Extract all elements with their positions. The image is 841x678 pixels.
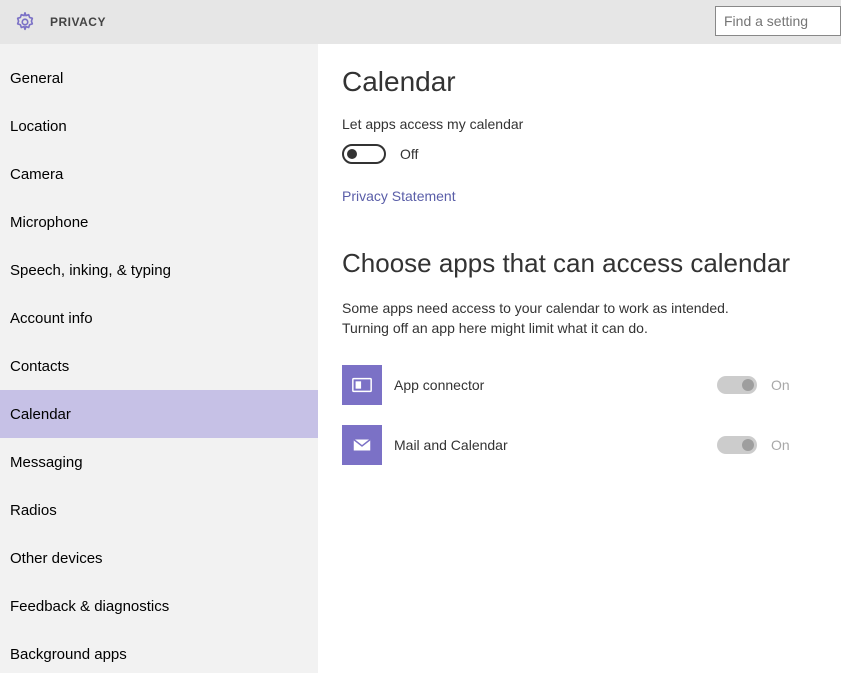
toggle-knob	[347, 149, 357, 159]
sidebar-item-label: Account info	[10, 310, 93, 327]
header-bar: PRIVACY	[0, 0, 841, 44]
mail-icon	[342, 425, 382, 465]
sidebar-item-background-apps[interactable]: Background apps	[0, 630, 318, 678]
sidebar-item-label: Contacts	[10, 358, 69, 375]
page-title: Calendar	[342, 66, 817, 98]
privacy-statement-link[interactable]: Privacy Statement	[342, 188, 456, 204]
header-title: PRIVACY	[50, 15, 106, 29]
app-connector-icon	[342, 365, 382, 405]
sidebar: General Location Camera Microphone Speec…	[0, 44, 318, 673]
sidebar-item-speech[interactable]: Speech, inking, & typing	[0, 246, 318, 294]
gear-icon	[14, 11, 36, 33]
sidebar-item-account-info[interactable]: Account info	[0, 294, 318, 342]
sidebar-item-calendar[interactable]: Calendar	[0, 390, 318, 438]
app-toggle-state: On	[771, 437, 790, 453]
sidebar-item-label: Calendar	[10, 406, 71, 423]
app-row: App connector On	[342, 362, 817, 408]
master-toggle-label: Let apps access my calendar	[342, 116, 817, 132]
sidebar-item-label: Camera	[10, 166, 63, 183]
sidebar-item-label: Microphone	[10, 214, 88, 231]
app-toggle[interactable]	[717, 436, 757, 454]
apps-section-heading: Choose apps that can access calendar	[342, 248, 817, 279]
toggle-knob	[742, 439, 754, 451]
app-label: App connector	[394, 377, 717, 393]
sidebar-item-radios[interactable]: Radios	[0, 486, 318, 534]
sidebar-item-label: Other devices	[10, 550, 103, 567]
master-toggle[interactable]	[342, 144, 386, 164]
main-content: Calendar Let apps access my calendar Off…	[318, 44, 841, 673]
sidebar-item-label: Location	[10, 118, 67, 135]
app-label: Mail and Calendar	[394, 437, 717, 453]
sidebar-item-location[interactable]: Location	[0, 102, 318, 150]
master-toggle-state: Off	[400, 146, 418, 162]
sidebar-item-messaging[interactable]: Messaging	[0, 438, 318, 486]
sidebar-item-label: Feedback & diagnostics	[10, 598, 169, 615]
app-row: Mail and Calendar On	[342, 422, 817, 468]
sidebar-item-label: Radios	[10, 502, 57, 519]
sidebar-item-other-devices[interactable]: Other devices	[0, 534, 318, 582]
app-toggle[interactable]	[717, 376, 757, 394]
sidebar-item-camera[interactable]: Camera	[0, 150, 318, 198]
sidebar-item-microphone[interactable]: Microphone	[0, 198, 318, 246]
sidebar-item-label: General	[10, 70, 63, 87]
sidebar-item-general[interactable]: General	[0, 54, 318, 102]
sidebar-item-feedback[interactable]: Feedback & diagnostics	[0, 582, 318, 630]
toggle-knob	[742, 379, 754, 391]
sidebar-item-label: Messaging	[10, 454, 83, 471]
sidebar-item-contacts[interactable]: Contacts	[0, 342, 318, 390]
sidebar-item-label: Speech, inking, & typing	[10, 262, 171, 279]
app-toggle-state: On	[771, 377, 790, 393]
apps-section-description: Some apps need access to your calendar t…	[342, 299, 762, 338]
sidebar-item-label: Background apps	[10, 646, 127, 663]
search-input[interactable]	[715, 6, 841, 36]
